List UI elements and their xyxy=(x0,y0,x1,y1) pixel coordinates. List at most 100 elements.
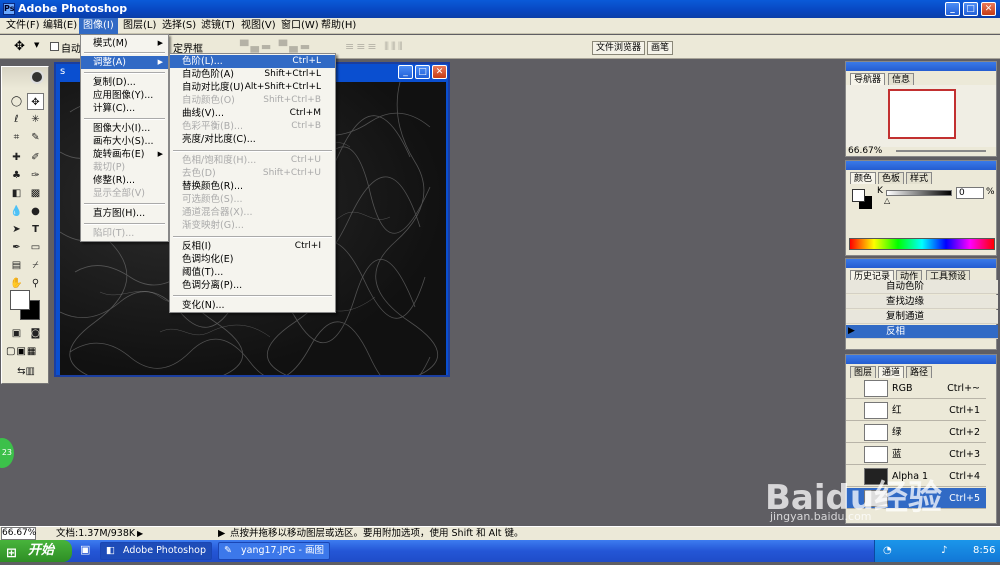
brush-icon[interactable]: ✐ xyxy=(27,149,44,166)
file-browser-tab[interactable]: 文件浏览器 xyxy=(592,41,646,55)
history-item[interactable]: 复制通道 xyxy=(846,310,998,324)
adjust-variations[interactable]: 变化(N)... xyxy=(170,299,335,312)
slice-icon[interactable]: ✎ xyxy=(27,129,44,146)
menu-filter[interactable]: 滤镜(T) xyxy=(197,18,239,34)
adjust-desaturate[interactable]: 去色(D) Shift+Ctrl+U xyxy=(170,167,335,180)
menu-image[interactable]: 图像(I) xyxy=(79,18,118,34)
clone-stamp-icon[interactable]: ♣ xyxy=(8,167,25,184)
history-item[interactable]: 自动色阶 xyxy=(846,280,998,294)
adjust-hue-saturation[interactable]: 色相/饱和度(H)... Ctrl+U xyxy=(170,154,335,167)
menu-file[interactable]: 文件(F) xyxy=(2,18,44,34)
menu-layer[interactable]: 图层(L) xyxy=(119,18,160,34)
adjust-color-balance[interactable]: 色彩平衡(B)... Ctrl+B xyxy=(170,120,335,133)
path-selection-icon[interactable]: ➤ xyxy=(8,221,25,238)
image-menu-apply-image[interactable]: 应用图像(Y)... xyxy=(81,89,168,102)
image-menu-calculations[interactable]: 计算(C)... xyxy=(81,102,168,115)
adjust-posterize[interactable]: 色调分离(P)... xyxy=(170,279,335,292)
adjust-brightness-contrast[interactable]: 亮度/对比度(C)... xyxy=(170,133,335,146)
photoshop-eye-icon[interactable] xyxy=(30,70,44,84)
tab-swatches[interactable]: 色板 xyxy=(878,172,905,184)
history-item[interactable]: 查找边缘 xyxy=(846,295,998,309)
image-menu-mode[interactable]: 模式(M) ▶ xyxy=(81,37,168,50)
volume-icon[interactable]: ♪ xyxy=(941,540,947,562)
tab-navigator[interactable]: 导航器 xyxy=(850,73,886,85)
image-menu-image-size[interactable]: 图像大小(I)... xyxy=(81,122,168,135)
standard-mode-icon[interactable]: ▣ xyxy=(8,325,25,342)
shape-icon[interactable]: ▭ xyxy=(27,239,44,256)
image-menu-reveal-all[interactable]: 显示全部(V) xyxy=(81,187,168,200)
healing-brush-icon[interactable]: ✚ xyxy=(8,149,25,166)
doc-minimize-button[interactable]: _ xyxy=(398,65,413,79)
gradient-icon[interactable]: ▩ xyxy=(27,185,44,202)
image-menu-rotate-canvas[interactable]: 旋转画布(E) ▶ xyxy=(81,148,168,161)
status-arrow-icon[interactable]: ▶ xyxy=(137,527,143,540)
menu-window[interactable]: 窗口(W) xyxy=(277,18,323,34)
eraser-icon[interactable]: ◧ xyxy=(8,185,25,202)
marquee-icon[interactable]: ◯ xyxy=(8,93,25,110)
adjust-auto-levels[interactable]: 自动色阶(A) Shift+Ctrl+L xyxy=(170,68,335,81)
adjust-invert[interactable]: 反相(I) Ctrl+I xyxy=(170,240,335,253)
jump-to-imageready-icon[interactable]: ⇆▥ xyxy=(8,363,44,380)
dodge-icon[interactable]: ● xyxy=(27,203,44,220)
tab-channels[interactable]: 通道 xyxy=(878,366,905,378)
adjust-auto-contrast[interactable]: 自动对比度(U) Alt+Shift+Ctrl+L xyxy=(170,81,335,94)
crop-icon[interactable]: ⌗ xyxy=(8,129,25,146)
maximize-button[interactable]: □ xyxy=(963,2,978,16)
notes-icon[interactable]: ▤ xyxy=(8,257,25,274)
tab-info[interactable]: 信息 xyxy=(888,73,915,85)
start-button[interactable]: ⊞ 开始 xyxy=(0,540,72,562)
tab-paths[interactable]: 路径 xyxy=(906,366,933,378)
blur-icon[interactable]: 💧 xyxy=(8,203,25,220)
adjust-gradient-map[interactable]: 渐变映射(G)... xyxy=(170,219,335,232)
channel-row-green[interactable]: 绿 Ctrl+2 xyxy=(846,422,986,443)
adjust-threshold[interactable]: 阈值(T)... xyxy=(170,266,335,279)
magic-wand-icon[interactable]: ✳ xyxy=(27,111,44,128)
image-menu-crop[interactable]: 裁切(P) xyxy=(81,161,168,174)
tray-icon[interactable]: ◔ xyxy=(883,540,892,562)
menu-edit[interactable]: 编辑(E) xyxy=(39,18,81,34)
pen-icon[interactable]: ✒ xyxy=(8,239,25,256)
adjust-equalize[interactable]: 色调均化(E) xyxy=(170,253,335,266)
menu-view[interactable]: 视图(V) xyxy=(237,18,280,34)
k-value-input[interactable]: 0 xyxy=(956,187,984,199)
tab-styles[interactable]: 样式 xyxy=(906,172,933,184)
distribute-buttons[interactable]: ≡≡≡ ⦀⦀⦀ xyxy=(345,40,405,54)
auto-select-checkbox[interactable] xyxy=(50,42,59,51)
navigator-zoom[interactable]: 66.67% xyxy=(848,146,882,156)
adjust-levels[interactable]: 色阶(L)... Ctrl+L xyxy=(170,55,335,68)
lasso-icon[interactable]: ℓ xyxy=(8,111,25,128)
color-spectrum-bar[interactable] xyxy=(849,238,995,250)
adjust-auto-color[interactable]: 自动颜色(O) Shift+Ctrl+B xyxy=(170,94,335,107)
image-menu-adjust[interactable]: 调整(A) ▶ xyxy=(81,56,168,69)
adjust-selective-color[interactable]: 可选颜色(S)... xyxy=(170,193,335,206)
menu-select[interactable]: 选择(S) xyxy=(158,18,200,34)
doc-close-button[interactable]: ✕ xyxy=(432,65,447,79)
screen-mode-icons[interactable]: ▢▣▦ xyxy=(6,345,46,359)
k-slider[interactable] xyxy=(886,190,952,196)
history-item-selected[interactable]: 反相 xyxy=(846,325,998,339)
history-brush-icon[interactable]: ✑ xyxy=(27,167,44,184)
slider-triangle-icon[interactable]: △ xyxy=(884,196,890,205)
chevron-down-icon[interactable]: ▼ xyxy=(34,41,39,49)
task-photoshop[interactable]: ◧ Adobe Photoshop xyxy=(100,542,212,560)
task-paint[interactable]: ✎ yang17.JPG - 画图 xyxy=(218,542,330,560)
foreground-color-swatch[interactable] xyxy=(10,290,30,310)
image-menu-duplicate[interactable]: 复制(D)... xyxy=(81,76,168,89)
status-zoom[interactable]: 66.67% xyxy=(1,527,36,540)
channel-row-rgb[interactable]: RGB Ctrl+~ xyxy=(846,378,986,399)
adjust-channel-mixer[interactable]: 通道混合器(X)... xyxy=(170,206,335,219)
floating-badge[interactable]: 23 xyxy=(0,438,14,468)
navigator-zoom-slider[interactable] xyxy=(896,150,986,152)
tab-color[interactable]: 颜色 xyxy=(850,172,877,184)
tab-layers[interactable]: 图层 xyxy=(850,366,877,378)
image-menu-trim[interactable]: 修整(R)... xyxy=(81,174,168,187)
menu-help[interactable]: 帮助(H) xyxy=(317,18,360,34)
brushes-tab[interactable]: 画笔 xyxy=(647,41,674,55)
adjust-curves[interactable]: 曲线(V)... Ctrl+M xyxy=(170,107,335,120)
minimize-button[interactable]: _ xyxy=(945,2,960,16)
align-buttons[interactable]: ▀▄▬ ▀▄▬ xyxy=(240,40,312,53)
quick-launch-icon[interactable]: ▣ xyxy=(80,543,90,556)
type-icon[interactable]: T xyxy=(27,221,44,238)
eyedropper-icon[interactable]: ⌿ xyxy=(27,257,44,274)
quick-mask-icon[interactable]: ◙ xyxy=(27,325,44,342)
